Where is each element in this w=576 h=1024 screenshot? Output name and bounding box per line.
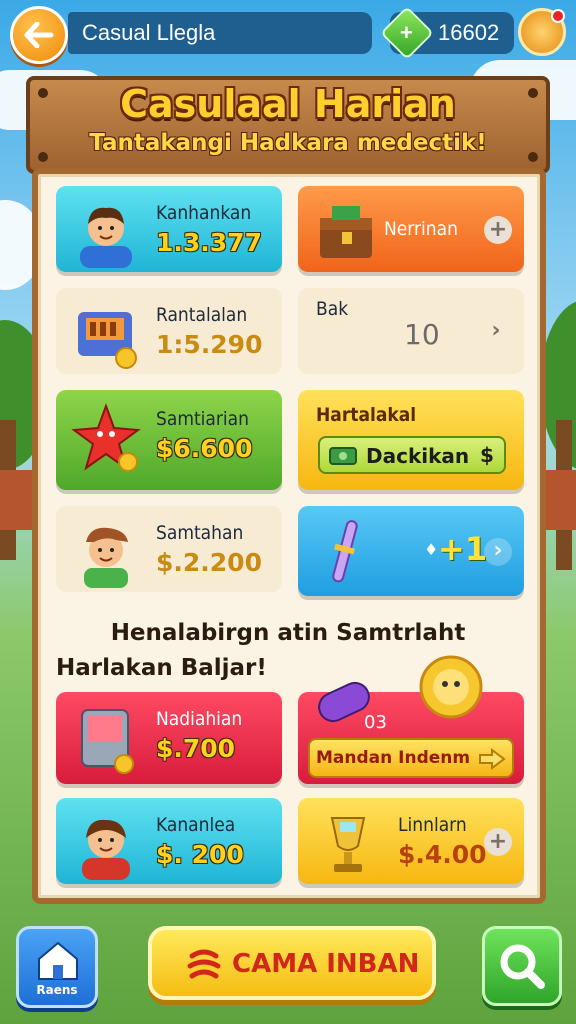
search-button[interactable] bbox=[482, 926, 562, 1006]
play-button[interactable]: CAMA INBAN bbox=[148, 926, 436, 1000]
card-value: 1.3.377 bbox=[156, 228, 262, 257]
star-character-icon bbox=[71, 403, 141, 472]
card-value: 1:5.290 bbox=[156, 330, 263, 359]
reward-card-10[interactable]: 03 Mandan Indenm bbox=[298, 655, 524, 784]
gem-counter[interactable]: + 16602 bbox=[380, 6, 514, 60]
claim-button[interactable]: Dackikan $ bbox=[318, 436, 506, 474]
card-label: Bak bbox=[316, 298, 349, 320]
card-value: $. 200 bbox=[156, 840, 244, 869]
redeem-button[interactable]: Mandan Indenm bbox=[308, 738, 514, 778]
reward-card-2[interactable]: Nerrinan + bbox=[298, 186, 524, 272]
card-value: 10 bbox=[404, 318, 440, 351]
play-button-label: CAMA INBAN bbox=[232, 949, 420, 979]
currency-symbol: $ bbox=[480, 443, 494, 467]
boy-avatar-icon bbox=[80, 207, 132, 268]
add-icon[interactable]: + bbox=[484, 216, 512, 244]
card-label: Nadiahian bbox=[156, 708, 243, 730]
section-heading: Henalabirgn atin Samtrlaht bbox=[110, 620, 466, 646]
card-value: $.4.00 bbox=[398, 840, 487, 869]
chevron-right-icon[interactable]: › bbox=[484, 538, 512, 566]
notification-dot bbox=[551, 9, 565, 23]
claim-button-label: Dackikan bbox=[366, 444, 470, 468]
card-label: Nerrinan bbox=[384, 218, 458, 240]
cash-icon bbox=[329, 447, 357, 465]
add-gems-icon: + bbox=[400, 20, 413, 45]
reward-card-6[interactable]: Hartalakal Dackikan $ bbox=[298, 390, 524, 490]
profile-icon[interactable] bbox=[518, 8, 566, 56]
diamond-icon: ♦ bbox=[424, 540, 439, 559]
add-icon[interactable]: + bbox=[484, 828, 512, 856]
reward-card-8[interactable]: ♦ +1 › bbox=[298, 506, 524, 596]
board-title: Casulaal Harian bbox=[120, 82, 456, 126]
card-label: Hartalakal bbox=[316, 404, 417, 426]
search-icon bbox=[500, 944, 545, 989]
girl-avatar-icon bbox=[84, 527, 128, 588]
back-arrow-icon bbox=[24, 22, 54, 48]
card-label: Kananlea bbox=[156, 814, 236, 836]
card-label: Linnlarn bbox=[398, 814, 467, 836]
reward-card-3[interactable]: Rantalalan 1:5.290 bbox=[56, 288, 282, 374]
board-subtitle: Tantakangi Hadkara medectik! bbox=[89, 130, 487, 156]
reward-card-5[interactable]: Samtiarian $6.600 bbox=[56, 390, 282, 490]
card-label: Samtiarian bbox=[156, 408, 249, 430]
cash-register-icon bbox=[78, 312, 137, 369]
reward-card-7[interactable]: Samtahan $.2.200 bbox=[56, 506, 282, 592]
card-value: $6.600 bbox=[156, 434, 253, 463]
chevron-right-icon[interactable]: › bbox=[482, 318, 510, 346]
card-label: Rantalalan bbox=[156, 304, 248, 326]
redeem-button-label: Mandan Indenm bbox=[316, 748, 471, 768]
card-label: Kanhankan bbox=[156, 202, 252, 224]
card-value: $.2.200 bbox=[156, 548, 262, 577]
arrow-right-icon bbox=[479, 748, 506, 770]
sun-badge-icon bbox=[419, 655, 483, 719]
kid-avatar-icon bbox=[82, 819, 130, 880]
reward-card-4[interactable]: Bak 10 › bbox=[298, 288, 524, 374]
home-icon bbox=[38, 941, 78, 980]
board-sign: Casulaal Harian Tantakangi Hadkara medec… bbox=[26, 76, 550, 174]
flame-icon bbox=[187, 949, 221, 979]
game-title: Casual Llegla bbox=[68, 12, 372, 54]
card-value: $.700 bbox=[156, 734, 236, 763]
wand-icon bbox=[332, 520, 358, 583]
home-button-label: Raens bbox=[36, 983, 78, 997]
reward-card-12[interactable]: Linnlarn $.4.00 + bbox=[298, 798, 524, 884]
card-badge: 03 bbox=[364, 712, 387, 733]
gem-count: 16602 bbox=[438, 20, 500, 45]
reward-card-1[interactable]: Kanhankan 1.3.377 bbox=[56, 186, 282, 272]
reward-card-11[interactable]: Kananlea $. 200 bbox=[56, 798, 282, 884]
section-subheading: Harlakan Baljar! bbox=[56, 655, 267, 681]
back-button[interactable] bbox=[10, 6, 68, 64]
reward-card-9[interactable]: Nadiahian $.700 bbox=[56, 692, 282, 784]
card-value: +1 bbox=[438, 530, 488, 568]
treasure-chest-icon bbox=[320, 206, 372, 258]
home-button[interactable]: Raens bbox=[16, 926, 98, 1008]
card-label: Samtahan bbox=[156, 522, 244, 544]
arcade-machine-icon bbox=[81, 709, 134, 774]
trophy-icon bbox=[330, 817, 366, 872]
top-bar: Casual Llegla + 16602 bbox=[0, 0, 576, 66]
